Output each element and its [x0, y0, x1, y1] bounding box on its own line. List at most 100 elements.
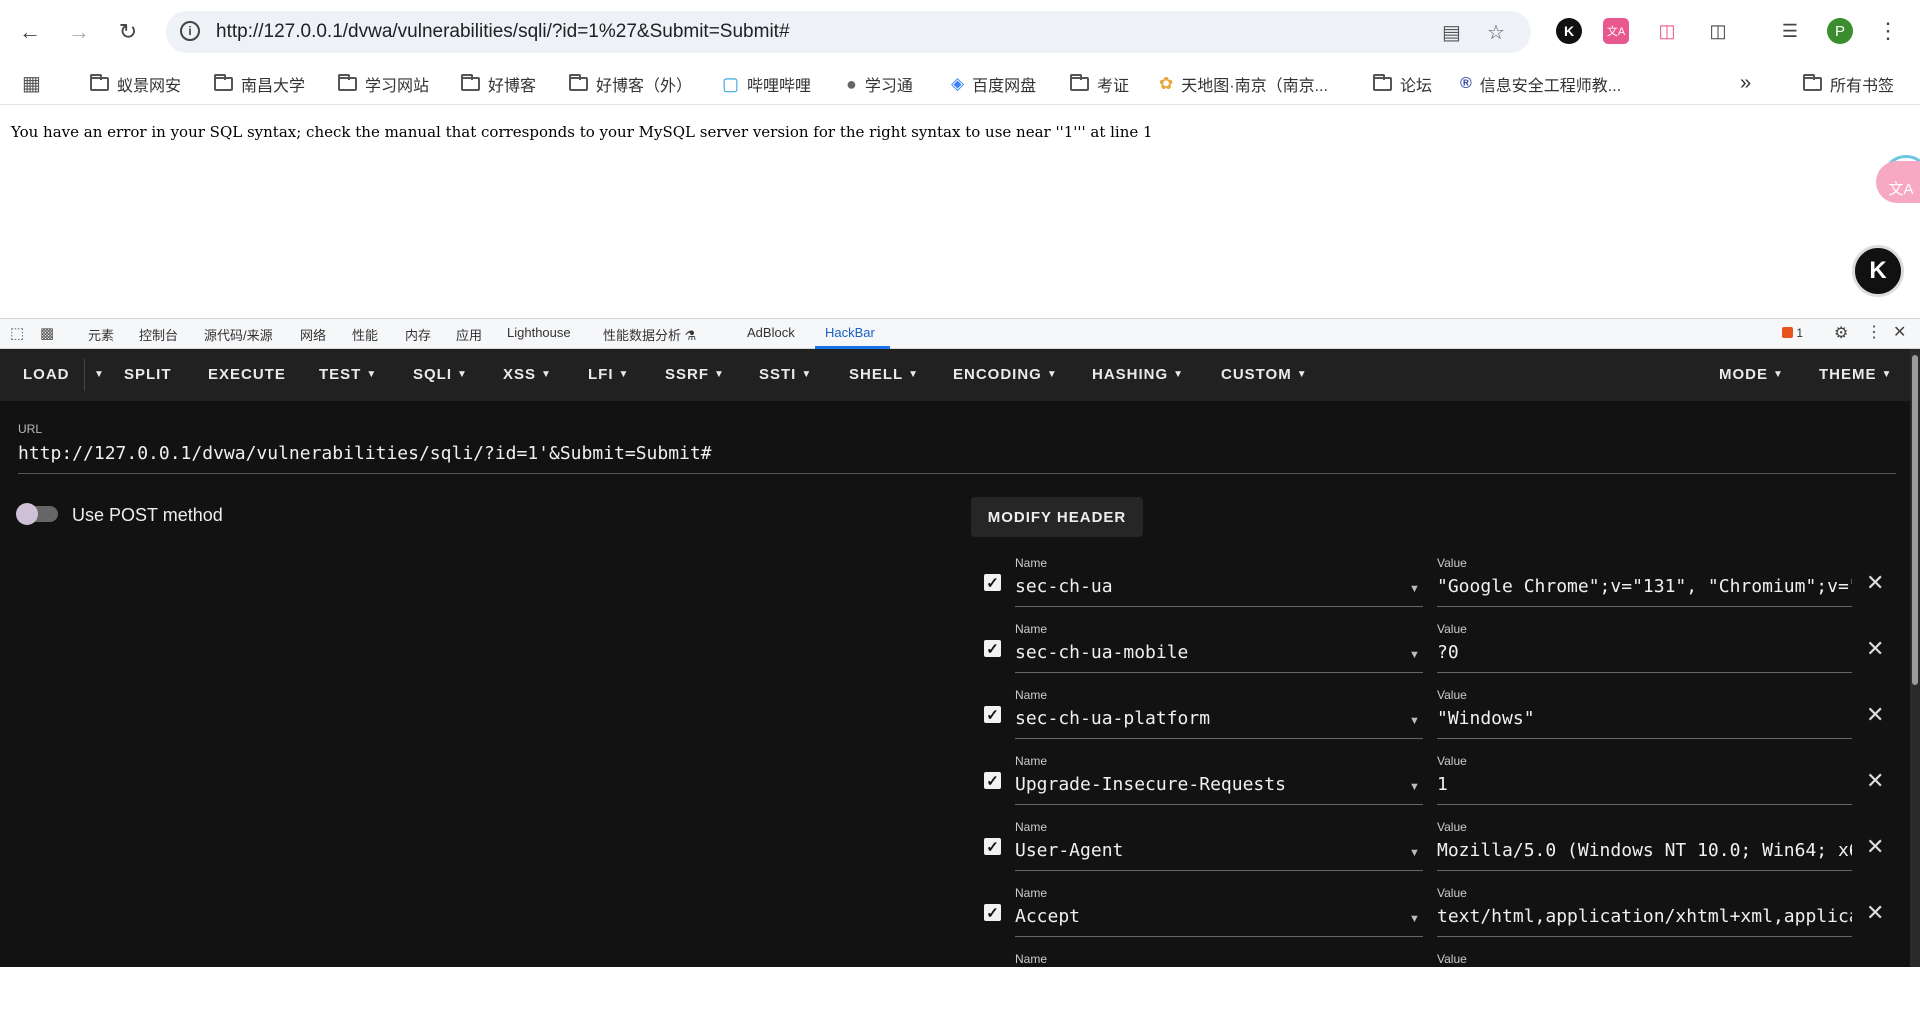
device-toolbar-icon[interactable]: ▩: [40, 324, 54, 342]
header-enabled-checkbox[interactable]: ✓: [984, 706, 1001, 724]
header-value-input[interactable]: "Windows": [1437, 708, 1852, 739]
header-enabled-checkbox[interactable]: ✓: [984, 574, 1001, 592]
chevron-down-icon[interactable]: ▼: [1409, 583, 1420, 595]
load-button[interactable]: LOAD: [23, 366, 70, 383]
site-info-icon[interactable]: i: [180, 21, 200, 41]
profile-avatar[interactable]: P: [1827, 18, 1853, 44]
settings-gear-icon[interactable]: ⚙: [1834, 323, 1848, 343]
remove-header-icon[interactable]: ✕: [1866, 570, 1884, 596]
encoding-menu[interactable]: ENCODING ▼: [953, 366, 1058, 383]
chevron-down-icon[interactable]: ▼: [1409, 781, 1420, 793]
inspect-element-icon[interactable]: ⬚: [10, 324, 24, 342]
bookmark-item[interactable]: ◈ 百度网盘: [951, 72, 1036, 96]
load-dropdown-icon[interactable]: ▼: [89, 366, 105, 383]
reload-icon[interactable]: ↻: [110, 14, 146, 50]
chevron-down-icon[interactable]: ▼: [1409, 715, 1420, 727]
tab-memory[interactable]: 内存: [405, 325, 431, 344]
media-control-icon[interactable]: ☰: [1777, 18, 1803, 44]
bookmark-star-icon[interactable]: ☆: [1487, 20, 1505, 45]
bookmark-item[interactable]: 好博客: [461, 72, 536, 96]
split-button[interactable]: SPLIT: [124, 366, 172, 383]
header-enabled-checkbox[interactable]: ✓: [984, 640, 1001, 658]
browser-menu-icon[interactable]: ⋮: [1875, 18, 1901, 44]
header-enabled-checkbox[interactable]: ✓: [984, 904, 1001, 922]
header-value-input[interactable]: "Google Chrome";v="131", "Chromium";v=": [1437, 576, 1852, 607]
test-menu[interactable]: TEST ▼: [319, 366, 377, 383]
tab-lighthouse[interactable]: Lighthouse: [507, 325, 571, 340]
translate-icon[interactable]: ▤: [1442, 20, 1461, 45]
header-enabled-checkbox[interactable]: ✓: [984, 772, 1001, 790]
ssrf-menu[interactable]: SSRF ▼: [665, 366, 725, 383]
address-bar[interactable]: i http://127.0.0.1/dvwa/vulnerabilities/…: [166, 11, 1531, 53]
tab-elements[interactable]: 元素: [88, 325, 114, 344]
theme-menu[interactable]: THEME ▼: [1819, 366, 1892, 383]
header-value-input[interactable]: ?0: [1437, 642, 1852, 673]
tab-network[interactable]: 网络: [300, 325, 326, 344]
post-method-toggle[interactable]: [16, 503, 58, 525]
tab-console[interactable]: 控制台: [139, 325, 178, 344]
bookmark-item[interactable]: 好博客（外）: [569, 72, 692, 96]
bookmarks-overflow-button[interactable]: »: [1740, 72, 1751, 95]
chevron-down-icon[interactable]: ▼: [1409, 649, 1420, 661]
hashing-menu[interactable]: HASHING ▼: [1092, 366, 1184, 383]
bookmark-item[interactable]: ✿ 天地图·南京（南京...: [1159, 72, 1328, 96]
hackbar-scrollbar[interactable]: [1910, 349, 1920, 967]
tab-hackbar[interactable]: HackBar: [825, 325, 875, 340]
remove-header-icon[interactable]: ✕: [1866, 768, 1884, 794]
devtools-menu-icon[interactable]: ⋮: [1866, 322, 1882, 342]
tab-performance-insights[interactable]: 性能数据分析 ⚗: [603, 325, 696, 344]
back-arrow-icon[interactable]: ←: [12, 14, 48, 50]
header-name-input[interactable]: sec-ch-ua-mobile: [1015, 642, 1423, 673]
header-value-input[interactable]: text/html,application/xhtml+xml,applica: [1437, 906, 1852, 937]
sqli-menu[interactable]: SQLI ▼: [413, 366, 468, 383]
bookmark-item[interactable]: 学习网站: [338, 72, 429, 96]
extensions-puzzle-icon[interactable]: ◫: [1705, 18, 1731, 44]
header-value-input[interactable]: 1: [1437, 774, 1852, 805]
header-value-input[interactable]: Mozilla/5.0 (Windows NT 10.0; Win64; x6: [1437, 840, 1852, 871]
tab-performance[interactable]: 性能: [352, 325, 378, 344]
remove-header-icon[interactable]: ✕: [1866, 834, 1884, 860]
shell-menu[interactable]: SHELL ▼: [849, 366, 919, 383]
mode-menu[interactable]: MODE ▼: [1719, 366, 1784, 383]
ssti-menu[interactable]: SSTI ▼: [759, 366, 812, 383]
bookmark-item[interactable]: ● 学习通: [846, 72, 913, 96]
bookmark-item[interactable]: 蚁景网安: [90, 72, 181, 96]
forward-arrow-icon[interactable]: →: [61, 14, 97, 50]
tab-sources[interactable]: 源代码/来源: [204, 325, 273, 344]
url-input[interactable]: http://127.0.0.1/dvwa/vulnerabilities/sq…: [18, 443, 1896, 474]
bookmark-item[interactable]: ® 信息安全工程师教...: [1460, 72, 1621, 96]
chevron-down-icon[interactable]: ▼: [1409, 913, 1420, 925]
header-enabled-checkbox[interactable]: ✓: [984, 838, 1001, 856]
tv-extension-icon[interactable]: ◫: [1654, 18, 1680, 44]
close-devtools-icon[interactable]: ✕: [1893, 322, 1906, 342]
header-name-input[interactable]: sec-ch-ua: [1015, 576, 1423, 607]
address-url[interactable]: http://127.0.0.1/dvwa/vulnerabilities/sq…: [216, 21, 790, 43]
header-name-input[interactable]: Accept: [1015, 906, 1423, 937]
remove-header-icon[interactable]: ✕: [1866, 900, 1884, 926]
header-name-input[interactable]: User-Agent: [1015, 840, 1423, 871]
floating-kimi-button[interactable]: K: [1852, 245, 1904, 297]
translate-extension-icon[interactable]: 文A: [1603, 18, 1629, 44]
tab-application[interactable]: 应用: [456, 325, 482, 344]
lfi-menu[interactable]: LFI ▼: [588, 366, 629, 383]
bookmark-item[interactable]: ▢ 哔哩哔哩: [722, 72, 811, 96]
chevron-down-icon[interactable]: ▼: [1409, 847, 1420, 859]
remove-header-icon[interactable]: ✕: [1866, 702, 1884, 728]
tab-adblock[interactable]: AdBlock: [747, 325, 795, 340]
xss-menu[interactable]: XSS ▼: [503, 366, 552, 383]
apps-grid-icon[interactable]: ▦: [22, 71, 41, 96]
all-bookmarks-button[interactable]: 所有书签: [1803, 72, 1894, 96]
custom-menu[interactable]: CUSTOM ▼: [1221, 366, 1308, 383]
scroll-thumb[interactable]: [1912, 355, 1918, 685]
bookmark-item[interactable]: 论坛: [1373, 72, 1432, 96]
header-name-input[interactable]: sec-ch-ua-platform: [1015, 708, 1423, 739]
execute-button[interactable]: EXECUTE: [208, 366, 286, 383]
bookmark-item[interactable]: 南昌大学: [214, 72, 305, 96]
remove-header-icon[interactable]: ✕: [1866, 636, 1884, 662]
floating-translate-button[interactable]: 文A: [1876, 161, 1920, 203]
issues-badge[interactable]: 1: [1782, 326, 1803, 340]
header-name-input[interactable]: Upgrade-Insecure-Requests: [1015, 774, 1423, 805]
kimi-extension-icon[interactable]: K: [1556, 18, 1582, 44]
modify-header-button[interactable]: MODIFY HEADER: [971, 497, 1143, 537]
bookmark-item[interactable]: 考证: [1070, 72, 1129, 96]
